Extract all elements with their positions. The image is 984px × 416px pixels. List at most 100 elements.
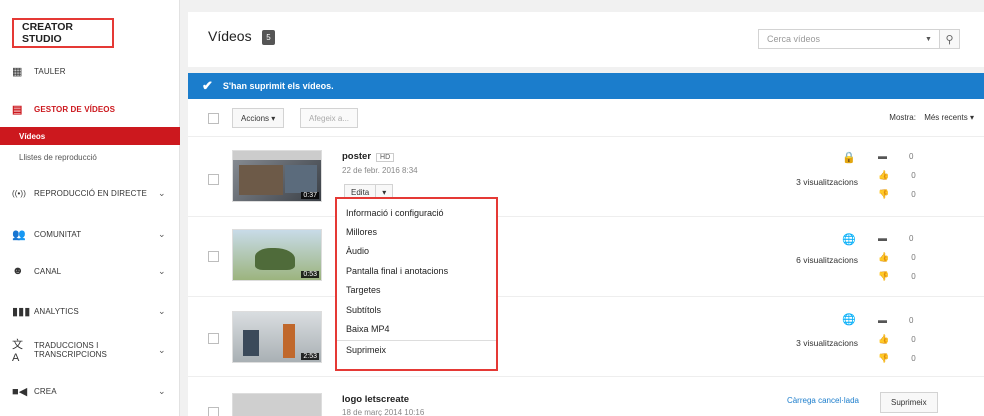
- analytics-icon: ▮▮▮: [12, 305, 31, 318]
- row-checkbox[interactable]: [208, 174, 219, 185]
- channel-icon: ☻: [12, 265, 24, 277]
- search-icon[interactable]: ⚲: [939, 30, 959, 48]
- creator-studio-brand[interactable]: CREATOR STUDIO: [12, 18, 114, 48]
- hd-badge: HD: [376, 153, 395, 162]
- video-title[interactable]: logo letscreate: [342, 394, 409, 405]
- sidebar-item-label: CANAL: [34, 266, 62, 276]
- search-box[interactable]: Cerca vídeos ▼ ⚲: [758, 29, 960, 49]
- page-header: Vídeos 5 Cerca vídeos ▼ ⚲: [188, 12, 984, 67]
- menu-item-enhancements[interactable]: Millores: [337, 222, 496, 241]
- sort-control[interactable]: Mostra: Més recents ▾: [889, 113, 974, 122]
- chevron-down-icon[interactable]: ▼: [925, 36, 939, 43]
- likes-count: 0: [911, 253, 916, 262]
- sort-dropdown[interactable]: Més recents ▾: [924, 113, 974, 122]
- likes-count: 0: [911, 171, 916, 180]
- menu-item-subtitles[interactable]: Subtítols: [337, 300, 496, 319]
- thumbs-up-icon: 👍: [878, 334, 890, 344]
- menu-item-delete[interactable]: Suprimeix: [337, 339, 496, 359]
- video-thumbnail[interactable]: 2:53: [232, 311, 322, 363]
- video-thumbnail[interactable]: [232, 393, 322, 416]
- live-icon: ((•)): [12, 188, 26, 198]
- video-duration: 0:53: [301, 271, 319, 278]
- translate-icon: 文A: [12, 339, 24, 364]
- table-row: 0:53 🌐 6 visualitzacions ▬ 0 👍 0 👎 0: [188, 217, 984, 297]
- sidebar-subitem-videos[interactable]: Vídeos: [0, 127, 180, 145]
- sidebar-subitem-playlists[interactable]: Llistes de reproducció: [0, 148, 180, 166]
- video-manager-icon: ▤: [12, 103, 23, 116]
- row-checkbox[interactable]: [208, 333, 219, 344]
- sidebar-item-label: TRADUCCIONS I TRANSCRIPCIONS: [34, 341, 107, 359]
- video-thumbnail[interactable]: 0:53: [232, 229, 322, 281]
- dislikes-count: 0: [911, 190, 916, 199]
- edit-dropdown-menu: Informació i configuració Millores Àudio…: [335, 197, 498, 371]
- community-icon: 👥: [12, 228, 26, 241]
- sidebar-item-create[interactable]: ■◀ CREA ⌄: [0, 378, 180, 404]
- video-title-text[interactable]: poster: [342, 151, 371, 162]
- dislikes-count: 0: [911, 272, 916, 281]
- list-toolbar: Accions ▾ Afegeix a... Mostra: Més recen…: [188, 99, 984, 137]
- upload-cancelled-status: Càrrega cancel·lada: [786, 396, 859, 405]
- delete-button[interactable]: Suprimeix: [880, 392, 938, 413]
- menu-item-info-settings[interactable]: Informació i configuració: [337, 203, 496, 222]
- menu-item-audio[interactable]: Àudio: [337, 242, 496, 261]
- thumbs-down-icon: 👎: [878, 353, 890, 363]
- dislikes-stat: 👎 0: [878, 353, 916, 364]
- select-all-checkbox[interactable]: [208, 113, 219, 124]
- video-thumbnail[interactable]: 0:37: [232, 150, 322, 202]
- thumbs-down-icon: 👎: [878, 271, 890, 281]
- likes-stat: 👍 0: [878, 170, 916, 181]
- sidebar-item-label: CREA: [34, 386, 57, 396]
- sidebar-item-label: REPRODUCCIÓ EN DIRECTE: [34, 188, 147, 198]
- video-duration: 0:37: [301, 192, 319, 199]
- comment-icon: ▬: [878, 233, 887, 243]
- video-date: 18 de març 2014 10:16: [342, 408, 425, 416]
- view-count: 6 visualitzacions: [796, 255, 858, 265]
- likes-stat: 👍 0: [878, 252, 916, 263]
- page-title: Vídeos: [208, 28, 252, 44]
- video-list: Accions ▾ Afegeix a... Mostra: Més recen…: [188, 99, 984, 416]
- table-row: logo letscreate 18 de març 2014 10:16 Cà…: [188, 377, 984, 416]
- sidebar-item-channel[interactable]: ☻ CANAL ⌄: [0, 258, 180, 284]
- comments-stat: ▬ 0: [878, 315, 913, 325]
- chevron-down-icon: ⌄: [158, 344, 166, 355]
- check-icon: ✔: [202, 78, 213, 93]
- notice-text: S'han suprimit els vídeos.: [222, 81, 334, 91]
- comments-count: 0: [909, 233, 914, 243]
- comments-count: 0: [909, 315, 914, 325]
- table-row: 2:53 🌐 3 visualitzacions ▬ 0 👍 0 👎 0: [188, 297, 984, 377]
- sidebar-item-translations[interactable]: 文A TRADUCCIONS I TRANSCRIPCIONS ⌄: [0, 337, 180, 364]
- sidebar-item-video-manager[interactable]: ▤ GESTOR DE VÍDEOS: [0, 96, 180, 122]
- video-count-badge: 5: [262, 30, 275, 45]
- sidebar-item-live[interactable]: ((•)) REPRODUCCIÓ EN DIRECTE ⌄: [0, 180, 180, 206]
- lock-icon: 🔒: [842, 152, 856, 164]
- chevron-down-icon: ⌄: [158, 228, 166, 239]
- show-label: Mostra:: [889, 113, 916, 122]
- chevron-down-icon: ⌄: [158, 305, 166, 316]
- dislikes-stat: 👎 0: [878, 189, 916, 200]
- view-count: 3 visualitzacions: [796, 338, 858, 348]
- chevron-down-icon: ⌄: [158, 265, 166, 276]
- sidebar-item-community[interactable]: 👥 COMUNITAT ⌄: [0, 221, 180, 247]
- actions-button[interactable]: Accions ▾: [232, 108, 285, 128]
- menu-item-cards[interactable]: Targetes: [337, 281, 496, 300]
- menu-item-download-mp4[interactable]: Baixa MP4: [337, 319, 496, 338]
- video-date: 22 de febr. 2016 8:34: [342, 166, 418, 175]
- likes-count: 0: [911, 335, 916, 344]
- search-input[interactable]: Cerca vídeos: [759, 34, 925, 44]
- video-duration: 2:53: [301, 353, 319, 360]
- dashboard-icon: ▦: [12, 65, 23, 78]
- thumbs-up-icon: 👍: [878, 170, 890, 180]
- sidebar-item-dashboard[interactable]: ▦ TAULER: [0, 58, 180, 84]
- add-to-button[interactable]: Afegeix a...: [300, 108, 359, 128]
- comment-icon: ▬: [878, 315, 887, 325]
- sidebar-item-label: TAULER: [34, 66, 66, 76]
- menu-item-end-screen[interactable]: Pantalla final i anotacions: [337, 261, 496, 280]
- sidebar-item-analytics[interactable]: ▮▮▮ ANALYTICS ⌄: [0, 298, 180, 324]
- sidebar-item-label: GESTOR DE VÍDEOS: [34, 104, 116, 114]
- row-checkbox[interactable]: [208, 251, 219, 262]
- sidebar-item-label: COMUNITAT: [34, 229, 82, 239]
- video-title[interactable]: poster HD: [342, 151, 395, 162]
- dislikes-count: 0: [911, 354, 916, 363]
- likes-stat: 👍 0: [878, 334, 916, 345]
- row-checkbox[interactable]: [208, 407, 219, 416]
